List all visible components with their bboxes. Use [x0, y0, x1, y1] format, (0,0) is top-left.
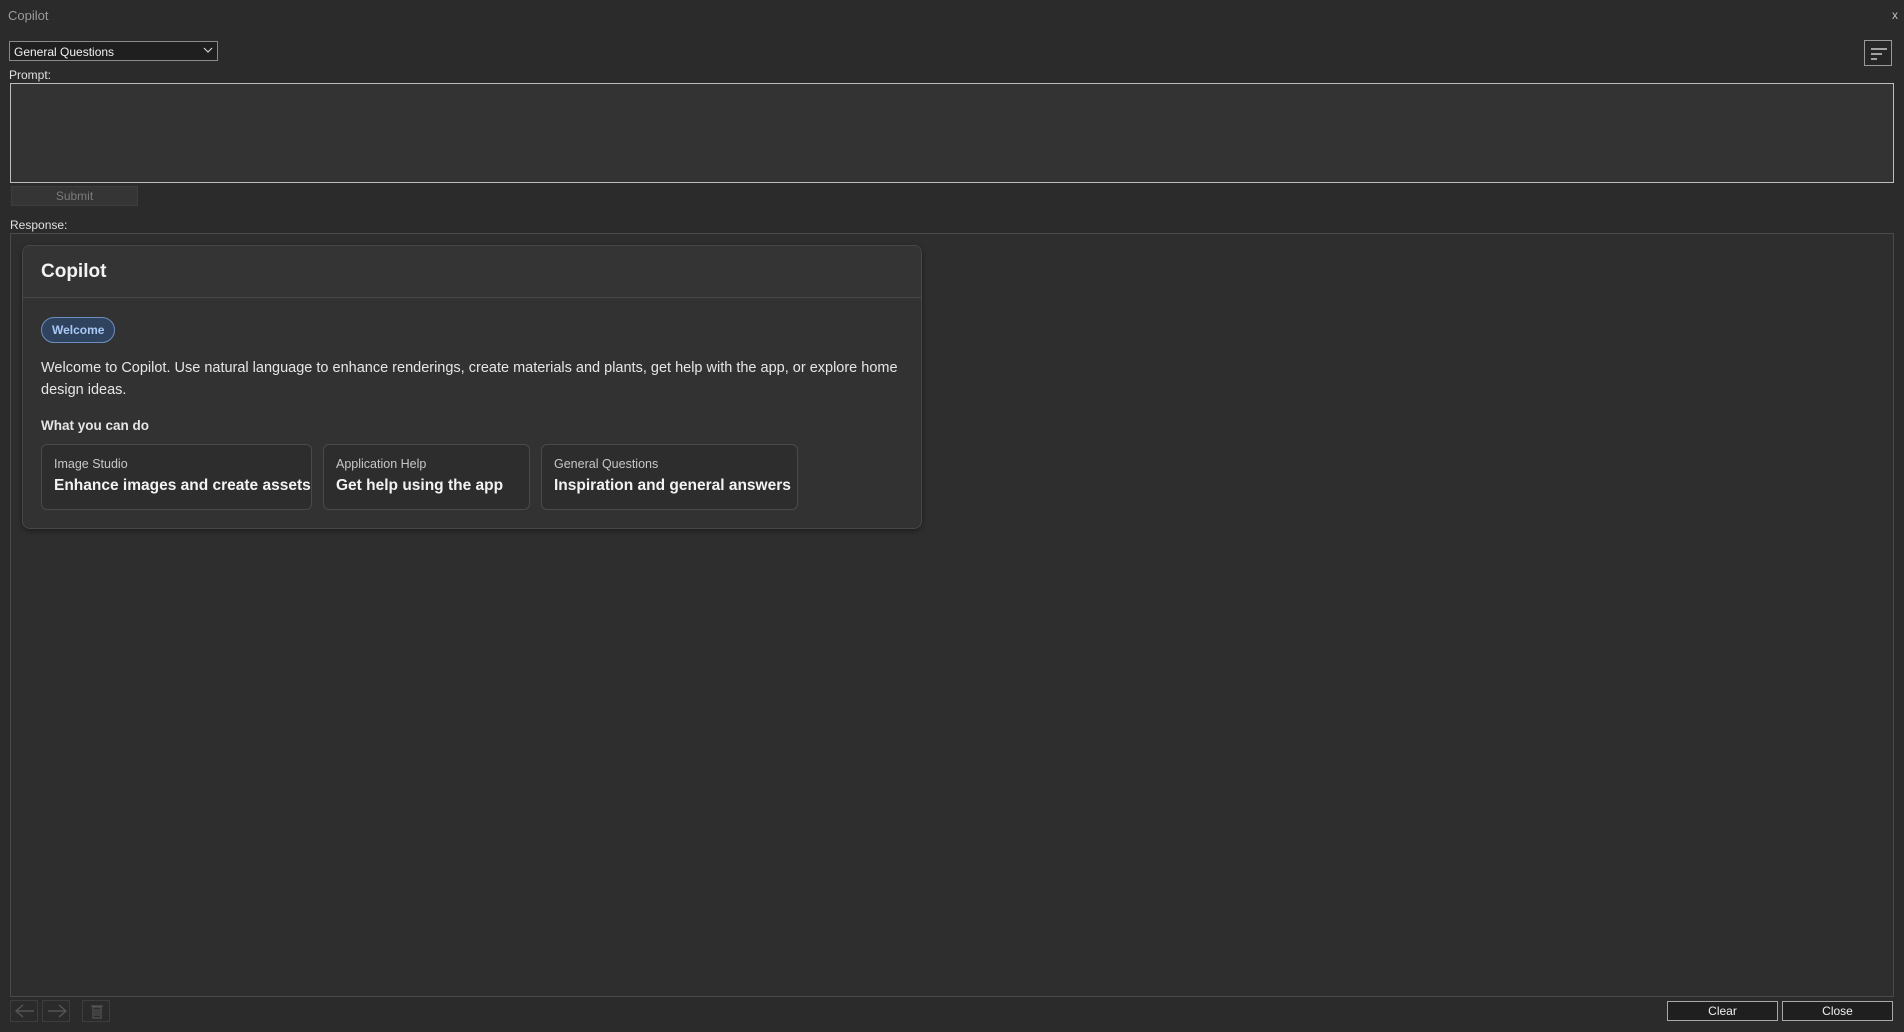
card-header: Copilot	[23, 246, 921, 298]
delete-button[interactable]	[82, 1000, 110, 1022]
window-title: Copilot	[8, 8, 49, 23]
feature-caption: Application Help	[336, 457, 427, 471]
card-title: Copilot	[41, 261, 107, 282]
feature-image-studio[interactable]: Image Studio Enhance images and create a…	[41, 444, 312, 510]
clear-button[interactable]: Clear	[1667, 1001, 1778, 1021]
mode-dropdown-value: General Questions	[14, 45, 115, 59]
arrow-right-icon	[48, 1004, 68, 1018]
trash-icon	[91, 1005, 103, 1019]
feature-title: Enhance images and create assets	[54, 477, 311, 494]
back-button[interactable]	[10, 1000, 38, 1022]
welcome-card: Copilot Welcome Welcome to Copilot. Use …	[22, 245, 922, 529]
feature-title: Get help using the app	[336, 477, 504, 494]
arrow-left-icon	[14, 1004, 34, 1018]
feature-application-help[interactable]: Application Help Get help using the app	[323, 444, 530, 510]
sort-lines-icon	[1871, 48, 1887, 60]
options-menu-button[interactable]	[1864, 40, 1892, 66]
feature-title: Inspiration and general answers	[554, 477, 791, 494]
mode-dropdown[interactable]: General Questions	[9, 41, 218, 61]
response-label: Response:	[10, 218, 68, 232]
feature-caption: General Questions	[554, 457, 659, 471]
prompt-input[interactable]	[10, 83, 1894, 183]
submit-button[interactable]: Submit	[11, 186, 138, 206]
capabilities-heading: What you can do	[41, 418, 149, 433]
forward-button[interactable]	[42, 1000, 70, 1022]
welcome-badge: Welcome	[41, 317, 116, 343]
welcome-text: Welcome to Copilot. Use natural language…	[41, 360, 898, 398]
title-bar: Copilot x	[0, 0, 1904, 30]
chevron-down-icon	[203, 47, 213, 53]
prompt-label: Prompt:	[9, 68, 52, 82]
close-button[interactable]: Close	[1782, 1001, 1893, 1021]
feature-caption: Image Studio	[54, 457, 128, 471]
feature-general-questions[interactable]: General Questions Inspiration and genera…	[541, 444, 798, 510]
window-close-button[interactable]: x	[1892, 8, 1898, 22]
